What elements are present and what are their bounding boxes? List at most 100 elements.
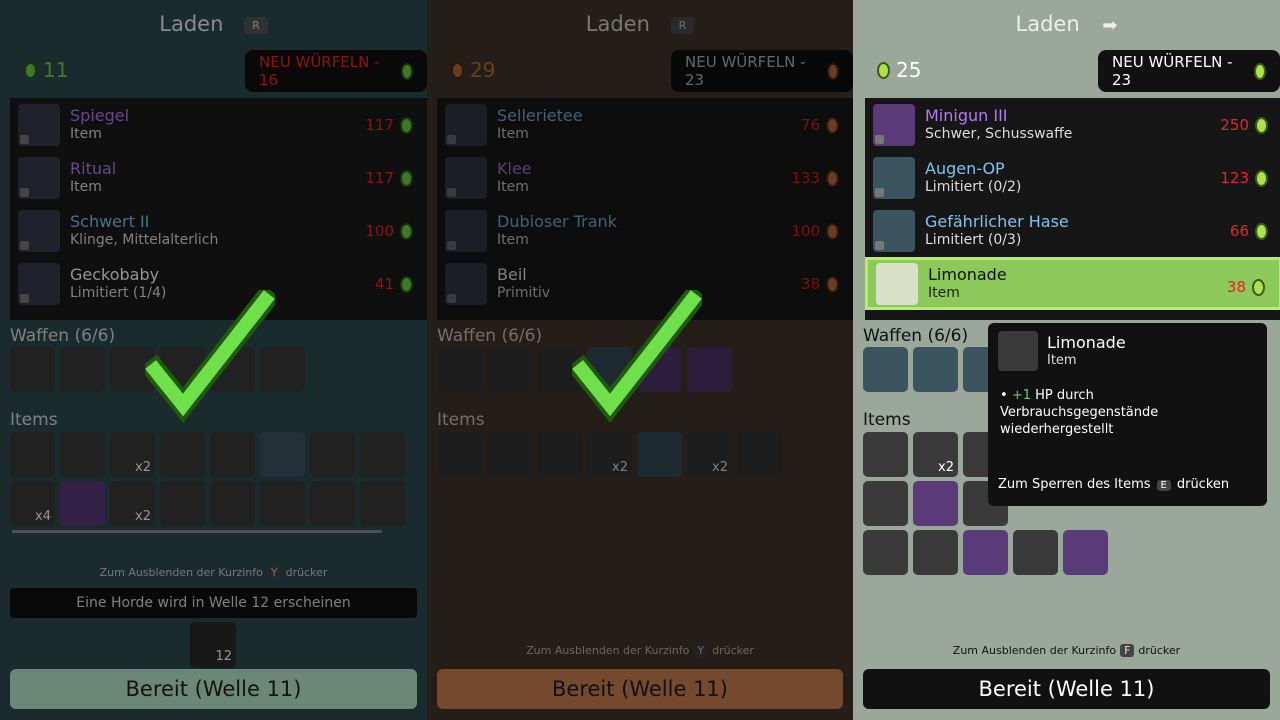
item-slot[interactable] [60,481,105,526]
item-slot[interactable]: x2 [913,432,958,477]
lock-icon[interactable] [875,240,884,250]
shop-item[interactable]: Dubioser Trank Item 100 [437,204,853,257]
weapon-slot[interactable] [437,347,482,392]
coin-counter: 11 [24,58,68,82]
item-slot[interactable]: x2 [687,432,732,477]
item-slot[interactable] [537,432,582,477]
weapon-slot[interactable] [10,347,55,392]
item-slot[interactable] [60,432,105,477]
shop-title: Laden [159,12,224,36]
weapons-label: Waffen (6/6) [863,326,969,346]
material-icon [400,275,413,293]
checkmark-icon [145,290,275,423]
shop-item[interactable]: Schwert II Klinge, Mittelalterlich 100 [10,204,427,257]
weapon-slot[interactable] [60,347,105,392]
shop-item[interactable]: Augen-OP Limitiert (0/2) 123 [865,151,1280,204]
lock-icon[interactable] [447,293,456,303]
item-slot[interactable] [1013,530,1058,575]
axe-icon [445,262,487,305]
item-slot[interactable] [260,481,305,526]
item-slot[interactable] [260,432,305,477]
shop-item-type: Item [928,284,960,301]
shop-item-name: Spiegel [70,105,130,125]
price-value: 100 [791,222,820,240]
tooltip-hint: Zum Ausblenden der Kurzinfo Fdrücker [853,644,1280,657]
lock-icon[interactable] [20,240,29,250]
item-slot[interactable] [913,530,958,575]
lock-icon[interactable] [20,134,29,144]
weapon-slot[interactable] [487,347,532,392]
item-slot[interactable] [737,432,782,477]
shop-item[interactable]: Minigun III Schwer, Schusswaffe 250 [865,98,1280,151]
weapon-slot[interactable] [863,347,908,392]
item-slot[interactable]: x4 [10,481,55,526]
material-icon [1255,222,1268,240]
game-screen: Laden R 11 NEU WÜRFELN - 16 Spiegel Item … [0,0,1280,720]
shop-item[interactable]: Spiegel Item 117 [10,98,427,151]
tooltip-lock-hint: Zum Sperren des Items Edrücken [998,477,1229,492]
shop-item[interactable]: Klee Item 133 [437,151,853,204]
reroll-button[interactable]: NEU WÜRFELN - 23 [1098,50,1280,92]
item-slot[interactable] [863,530,908,575]
lock-icon[interactable] [447,240,456,250]
item-slot[interactable] [863,481,908,526]
shop-title: Laden [585,12,650,36]
item-slot[interactable] [637,432,682,477]
lock-icon[interactable] [875,187,884,197]
shop-item-name: Gefährlicher Hase [925,211,1069,231]
ready-button[interactable]: Bereit (Welle 11) [437,669,843,709]
item-slot[interactable] [210,432,255,477]
price-value: 38 [800,275,820,293]
lock-hint-end: drücken [1176,477,1230,492]
items-scrollbar[interactable] [12,530,382,533]
item-slot[interactable] [863,432,908,477]
shop-item[interactable]: Sellerietee Item 76 [437,98,853,151]
coin-counter: 29 [451,58,495,82]
lock-icon[interactable] [875,134,884,144]
item-slot[interactable] [310,432,355,477]
shop-item-price: 41 [375,275,413,293]
ready-button[interactable]: Bereit (Welle 11) [863,669,1270,709]
hint-text: Zum Ausblenden der Kurzinfo [526,644,690,657]
ready-button[interactable]: Bereit (Welle 11) [10,669,417,709]
item-slot[interactable] [437,432,482,477]
reroll-button[interactable]: NEU WÜRFELN - 23 [671,50,853,92]
item-slot[interactable] [1063,530,1108,575]
shop-item-price: 250 [1220,116,1268,134]
item-slot[interactable] [160,432,205,477]
lock-icon[interactable] [20,187,29,197]
shop-item-type: Limitiert (0/3) [925,231,1022,248]
item-slot[interactable] [360,432,405,477]
items-label: Items [10,410,58,430]
item-slot[interactable] [487,432,532,477]
weapon-slot[interactable] [913,347,958,392]
item-slot[interactable] [913,481,958,526]
item-count: x4 [35,509,51,524]
shop-header: Laden R [0,12,427,36]
lock-icon[interactable] [20,293,29,303]
shop-item-name: Minigun III [925,105,1008,125]
shop-item-price: 133 [791,169,839,187]
item-slot[interactable] [963,530,1008,575]
item-slot[interactable] [160,481,205,526]
shop-item-name: Limonade [928,264,1007,284]
item-slot[interactable]: x2 [587,432,632,477]
shop-list: Minigun III Schwer, Schusswaffe 250 Augen… [865,98,1280,320]
item-slot[interactable]: x2 [110,481,155,526]
item-tooltip: Limonade Item • +1 HP durch Verbrauchsge… [988,323,1267,506]
item-slot[interactable]: x2 [110,432,155,477]
sword-icon [18,209,60,252]
lock-icon[interactable] [447,187,456,197]
item-slot[interactable] [310,481,355,526]
shop-item-name: Ritual [70,158,117,178]
item-slot[interactable] [10,432,55,477]
reroll-button[interactable]: NEU WÜRFELN - 16 [245,50,427,92]
shop-item[interactable]: Ritual Item 117 [10,151,427,204]
item-slot[interactable] [210,481,255,526]
shop-item-name: Schwert II [70,211,150,231]
shop-item-selected[interactable]: Limonade Item 38 [865,257,1280,310]
item-slot[interactable] [360,481,405,526]
shop-item[interactable]: Gefährlicher Hase Limitiert (0/3) 66 [865,204,1280,257]
lock-icon[interactable] [447,134,456,144]
shop-item-price: 117 [365,116,413,134]
